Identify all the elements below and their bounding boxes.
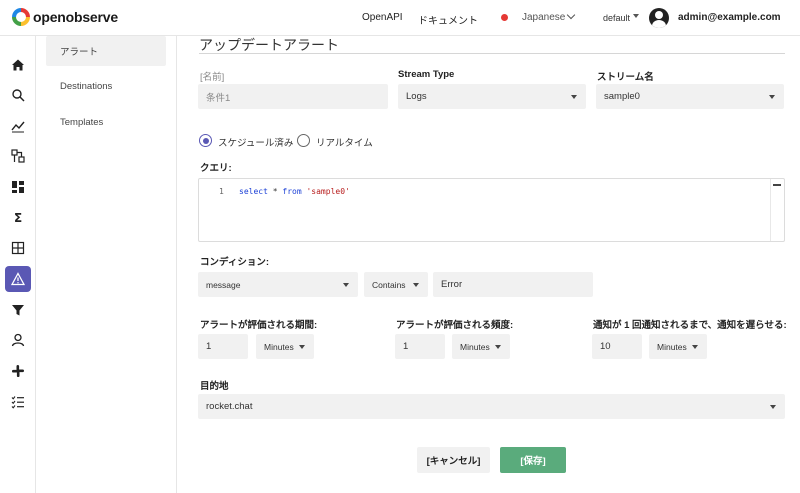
language-selector[interactable]: Japanese — [522, 12, 565, 23]
stream-name-label: ストリーム名 — [597, 72, 654, 83]
streams-icon[interactable] — [5, 235, 31, 261]
condition-operator-select[interactable]: Contains — [364, 272, 428, 297]
caret-down-icon — [769, 95, 775, 99]
submenu-item-destinations[interactable]: Destinations — [46, 71, 166, 101]
line-number: 1 — [219, 187, 224, 196]
name-input[interactable]: 条件1 — [198, 84, 388, 109]
caret-down-icon — [571, 95, 577, 99]
logo-icon — [12, 8, 30, 26]
stream-type-select[interactable]: Logs — [398, 84, 586, 109]
frequency-input[interactable]: 1 — [395, 334, 445, 359]
submenu-item-templates[interactable]: Templates — [46, 107, 166, 137]
icon-rail: Σ — [0, 36, 36, 493]
silence-input[interactable]: 10 — [592, 334, 642, 359]
users-icon[interactable] — [5, 327, 31, 353]
caret-down-icon — [343, 283, 349, 287]
frequency-label: アラートが評価される頻度: — [396, 320, 514, 331]
period-label: アラートが評価される期間: — [200, 320, 318, 331]
save-button[interactable]: [保存] — [500, 447, 566, 473]
docs-link[interactable]: ドキュメント — [418, 12, 478, 27]
stream-name-value: sample0 — [604, 91, 640, 102]
stream-type-value: Logs — [406, 91, 427, 102]
functions-icon[interactable]: Σ — [5, 204, 31, 230]
reports-icon[interactable] — [5, 389, 31, 415]
destination-value: rocket.chat — [206, 401, 253, 412]
caret-down-icon — [770, 405, 776, 409]
scheduled-radio-label[interactable]: スケジュール済み — [218, 135, 293, 149]
caret-down-icon[interactable] — [633, 14, 639, 18]
caret-down-icon — [413, 283, 419, 287]
period-input[interactable]: 1 — [198, 334, 248, 359]
editor-scrollbar[interactable] — [770, 179, 784, 241]
silence-unit-select[interactable]: Minutes — [649, 334, 707, 359]
page-title: アップデートアラート — [199, 37, 339, 53]
user-email[interactable]: admin@example.com — [678, 12, 781, 23]
stream-name-select[interactable]: sample0 — [596, 84, 784, 109]
name-label: [名前] — [200, 72, 225, 83]
caret-down-icon — [299, 345, 305, 349]
submenu-item-alerts[interactable]: アラート — [46, 36, 166, 66]
period-unit-value: Minutes — [264, 341, 294, 352]
openapi-link[interactable]: OpenAPI — [362, 12, 403, 23]
caret-down-icon — [692, 345, 698, 349]
frequency-unit-select[interactable]: Minutes — [452, 334, 510, 359]
svg-text:Σ: Σ — [14, 211, 22, 224]
ingestion-filter-icon[interactable] — [5, 297, 31, 323]
main-content: アップデートアラート [名前] 条件1 Stream Type Logs ストリ… — [177, 36, 800, 493]
destination-label: 目的地 — [200, 381, 229, 392]
dashboards-icon[interactable] — [5, 174, 31, 200]
condition-operator-value: Contains — [372, 279, 406, 290]
logo[interactable]: openobserve — [12, 8, 118, 26]
title-divider — [199, 53, 785, 54]
query-editor[interactable]: 1 select * from 'sample0' — [198, 178, 785, 242]
caret-down-icon — [495, 345, 501, 349]
stream-type-label: Stream Type — [398, 69, 455, 80]
metrics-icon[interactable] — [5, 113, 31, 139]
slack-icon[interactable] — [5, 358, 31, 384]
destination-select[interactable]: rocket.chat — [198, 394, 785, 419]
search-icon[interactable] — [5, 82, 31, 108]
query-label: クエリ: — [200, 163, 232, 174]
alerts-icon[interactable] — [5, 266, 31, 292]
condition-label: コンディション: — [200, 257, 269, 268]
cancel-button[interactable]: [キャンセル] — [417, 447, 490, 473]
org-selector[interactable]: default — [603, 13, 630, 23]
condition-field-value: message — [206, 279, 241, 290]
condition-field-select[interactable]: message — [198, 272, 358, 297]
query-code[interactable]: select * from 'sample0' — [239, 187, 350, 196]
silence-label: 通知が 1 回通知されるまで、通知を遅らせる: — [593, 320, 787, 331]
alerts-submenu: アラート Destinations Templates — [36, 36, 177, 493]
traces-icon[interactable] — [5, 143, 31, 169]
scheduled-radio[interactable] — [199, 134, 212, 147]
realtime-radio[interactable] — [297, 134, 310, 147]
silence-unit-value: Minutes — [657, 341, 687, 352]
frequency-unit-value: Minutes — [460, 341, 490, 352]
chevron-down-icon[interactable] — [566, 10, 576, 20]
logo-text: openobserve — [33, 9, 118, 25]
period-unit-select[interactable]: Minutes — [256, 334, 314, 359]
avatar[interactable] — [649, 8, 669, 28]
top-bar: openobserve OpenAPI ドキュメント Japanese defa… — [0, 0, 800, 36]
home-icon[interactable] — [5, 52, 31, 78]
language-flag-icon — [501, 14, 508, 21]
realtime-radio-label[interactable]: リアルタイム — [316, 135, 373, 149]
condition-value-input[interactable]: Error — [433, 272, 593, 297]
